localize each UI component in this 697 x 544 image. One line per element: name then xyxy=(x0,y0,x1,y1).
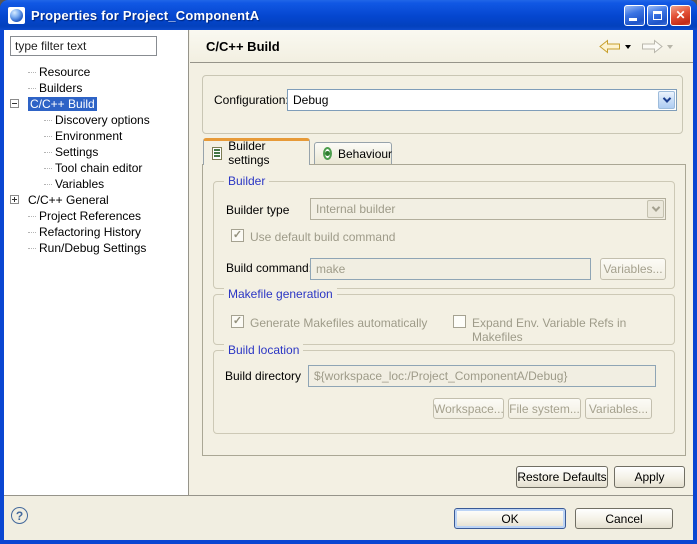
sidebar-item-settings[interactable]: Settings xyxy=(4,144,187,160)
chevron-down-icon xyxy=(651,203,659,211)
dialog-client-area: Resource Builders C/C++ Build Discovery … xyxy=(4,30,693,540)
restore-defaults-button[interactable]: Restore Defaults xyxy=(516,466,608,488)
use-default-build-command-label: Use default build command xyxy=(250,230,395,244)
window-icon xyxy=(8,7,25,24)
sidebar-item-project-references[interactable]: Project References xyxy=(4,208,187,224)
sidebar-item-tool-chain-editor[interactable]: Tool chain editor xyxy=(4,160,187,176)
expand-icon[interactable] xyxy=(10,195,19,204)
generate-makefiles-checkbox: ✓ xyxy=(231,315,244,328)
sidebar-item-run-debug-settings[interactable]: Run/Debug Settings xyxy=(4,240,187,256)
builder-group-title: Builder xyxy=(224,174,269,188)
help-button[interactable]: ? xyxy=(11,507,28,524)
minimize-button[interactable] xyxy=(624,5,645,26)
behaviour-tab-icon xyxy=(323,147,332,160)
ok-button[interactable]: OK xyxy=(454,508,566,529)
sidebar-item-resource[interactable]: Resource xyxy=(4,64,187,80)
builder-type-combo-button xyxy=(647,200,664,218)
builder-type-value: Internal builder xyxy=(311,199,646,219)
properties-dialog: Properties for Project_ComponentA ✕ Reso… xyxy=(0,0,697,544)
sidebar-item-discovery-options[interactable]: Discovery options xyxy=(4,112,187,128)
builder-settings-tab-icon xyxy=(212,147,222,160)
sidebar-item-environment[interactable]: Environment xyxy=(4,128,187,144)
sidebar-item-builders[interactable]: Builders xyxy=(4,80,187,96)
configuration-box: Configuration: Debug xyxy=(202,75,683,134)
dialog-footer: ? OK Cancel xyxy=(4,496,693,540)
workspace-button: Workspace... xyxy=(433,398,504,419)
sidebar-item-variables[interactable]: Variables xyxy=(4,176,187,192)
close-button[interactable]: ✕ xyxy=(670,5,691,26)
file-system-button: File system... xyxy=(508,398,581,419)
properties-tree: Resource Builders C/C++ Build Discovery … xyxy=(4,64,187,256)
page-content: Configuration: Debug Builder settings Be… xyxy=(190,63,693,495)
build-directory-label: Build directory xyxy=(225,369,301,383)
close-icon: ✕ xyxy=(675,9,685,21)
builder-group: Builder Builder type Internal builder ✓ … xyxy=(213,181,675,289)
build-directory-variables-button: Variables... xyxy=(585,398,652,419)
apply-button[interactable]: Apply xyxy=(614,466,685,488)
sidebar-item-cpp-build[interactable]: C/C++ Build xyxy=(4,96,187,112)
chevron-down-icon xyxy=(662,94,670,102)
collapse-icon[interactable] xyxy=(10,99,19,108)
builder-type-label: Builder type xyxy=(226,203,289,217)
tab-builder-settings[interactable]: Builder settings xyxy=(203,138,310,165)
makefile-generation-group: Makefile generation ✓ Generate Makefiles… xyxy=(213,294,675,345)
help-icon: ? xyxy=(16,509,23,523)
configuration-value: Debug xyxy=(288,90,657,110)
maximize-icon xyxy=(653,11,662,20)
sidebar-item-refactoring-history[interactable]: Refactoring History xyxy=(4,224,187,240)
build-directory-field xyxy=(308,365,656,387)
build-command-variables-button: Variables... xyxy=(600,258,666,280)
configuration-label: Configuration: xyxy=(214,93,289,107)
filter-input[interactable] xyxy=(10,36,157,56)
page-title: C/C++ Build xyxy=(206,39,599,54)
builder-settings-panel: Builder Builder type Internal builder ✓ … xyxy=(202,164,686,456)
forward-menu-caret-icon xyxy=(667,45,673,49)
blue-sphere-icon xyxy=(10,9,23,22)
window-title: Properties for Project_ComponentA xyxy=(31,8,624,23)
forward-icon xyxy=(641,39,663,54)
makefile-generation-group-title: Makefile generation xyxy=(224,287,337,301)
builder-type-combo: Internal builder xyxy=(310,198,666,220)
build-command-field xyxy=(310,258,591,280)
check-icon: ✓ xyxy=(233,230,242,241)
page-header: C/C++ Build xyxy=(190,30,693,63)
build-command-label: Build command: xyxy=(226,261,312,275)
generate-makefiles-label: Generate Makefiles automatically xyxy=(250,316,427,330)
build-location-group-title: Build location xyxy=(224,343,303,357)
main-panel: C/C++ Build Configuration: Debug xyxy=(189,30,693,495)
expand-env-refs-checkbox xyxy=(453,315,466,328)
sidebar: Resource Builders C/C++ Build Discovery … xyxy=(4,30,189,495)
tab-behaviour[interactable]: Behaviour xyxy=(314,142,392,164)
minimize-icon xyxy=(629,18,637,21)
titlebar[interactable]: Properties for Project_ComponentA ✕ xyxy=(0,0,697,30)
configuration-combo[interactable]: Debug xyxy=(287,89,677,111)
maximize-button[interactable] xyxy=(647,5,668,26)
build-location-group: Build location Build directory Workspace… xyxy=(213,350,675,434)
check-icon: ✓ xyxy=(233,316,242,327)
use-default-build-command-checkbox: ✓ xyxy=(231,229,244,242)
history-nav xyxy=(599,39,683,54)
expand-env-refs-label: Expand Env. Variable Refs in Makefiles xyxy=(472,316,674,344)
sidebar-item-cpp-general[interactable]: C/C++ General xyxy=(4,192,187,208)
back-menu-caret-icon[interactable] xyxy=(625,45,631,49)
back-icon[interactable] xyxy=(599,39,621,54)
configuration-combo-button[interactable] xyxy=(658,91,675,109)
cancel-button[interactable]: Cancel xyxy=(575,508,673,529)
